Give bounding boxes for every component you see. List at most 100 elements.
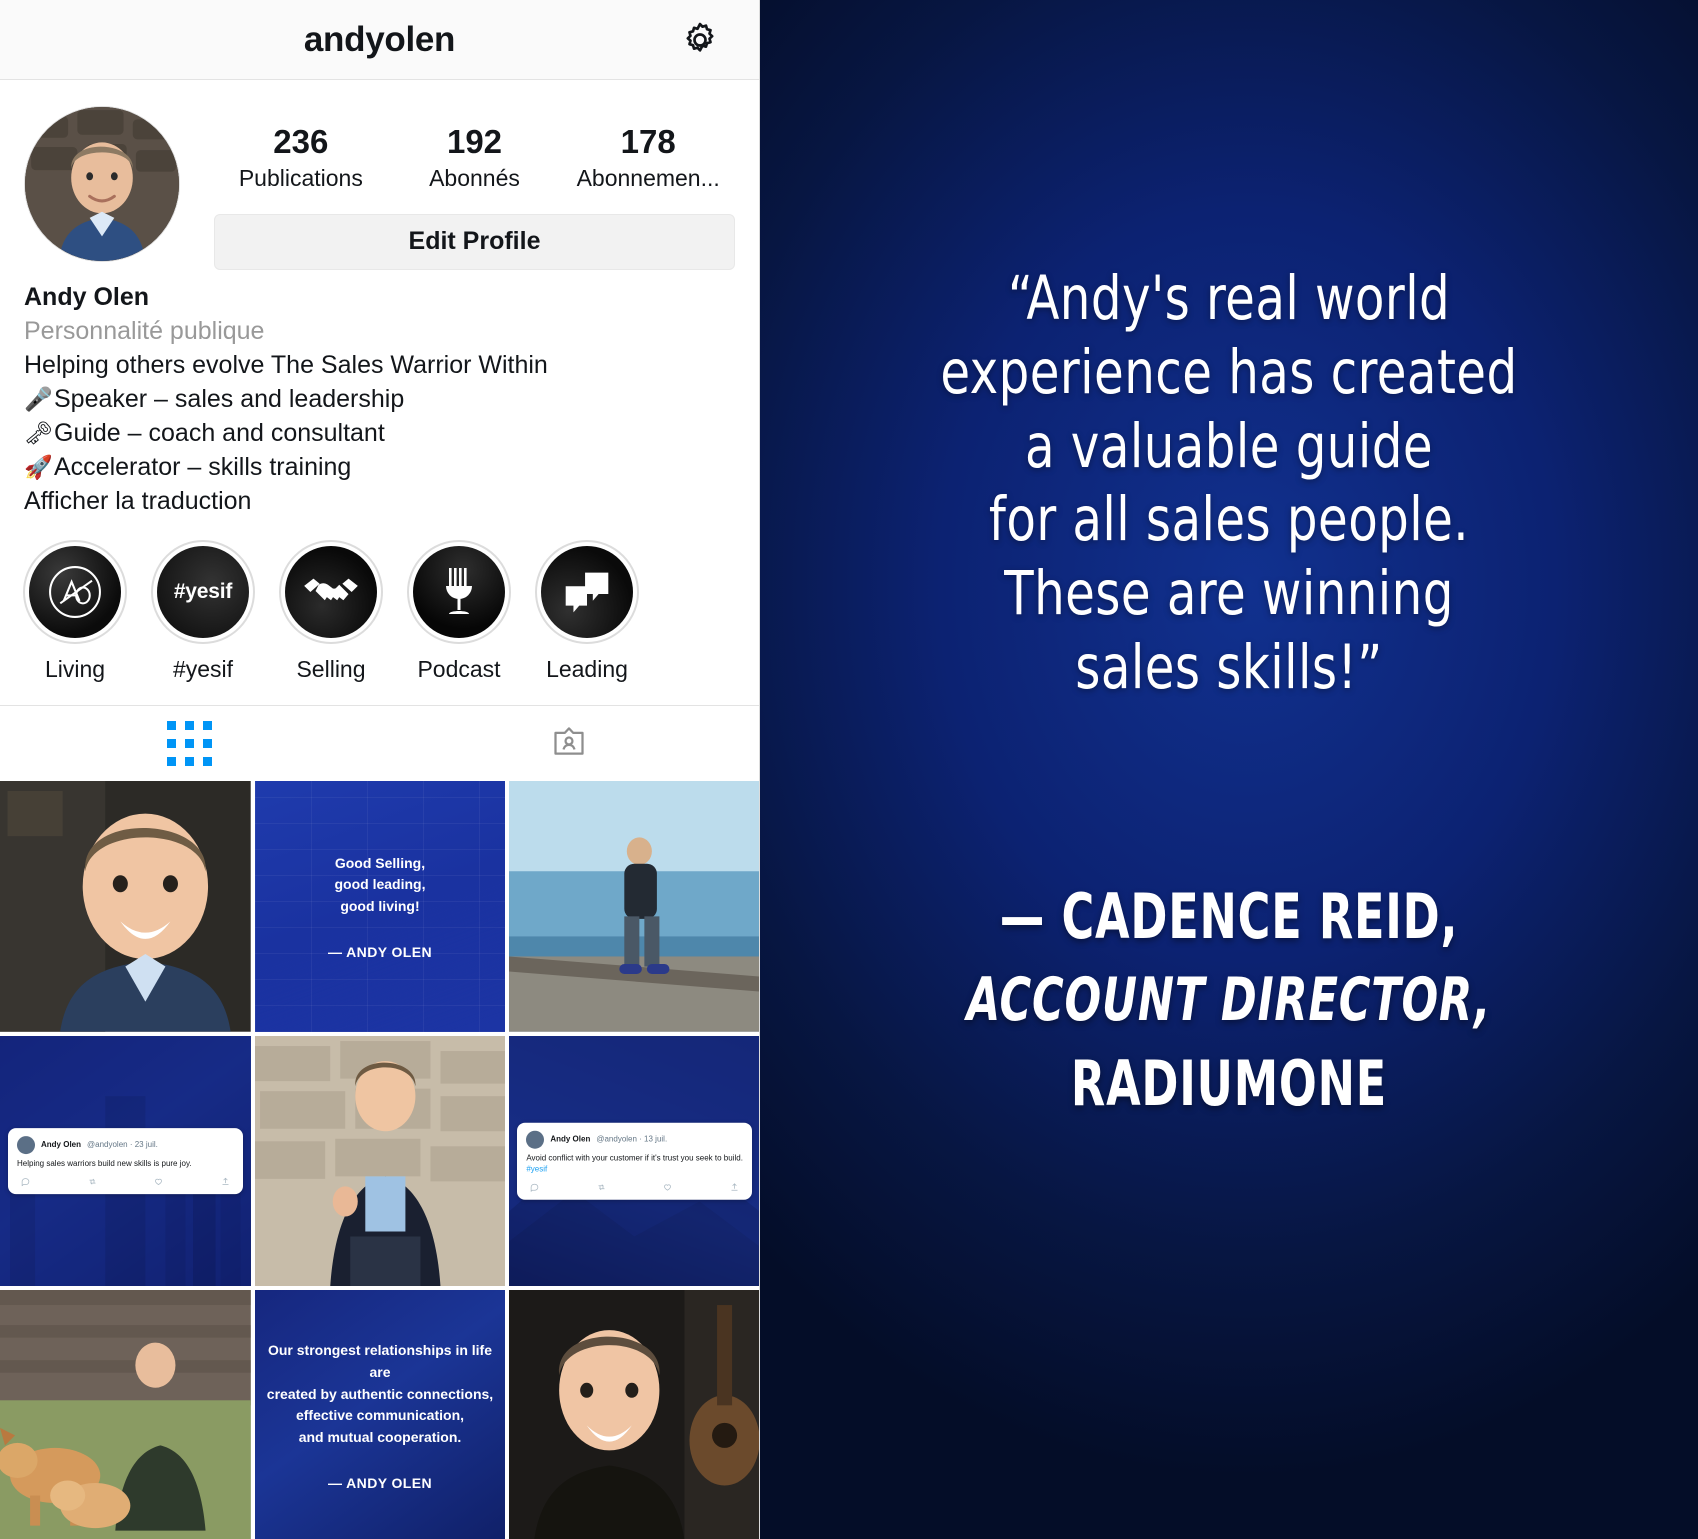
testimonial-card: “Andy's real world experience has create… [760, 0, 1698, 1539]
quote-post: Good Selling, good leading, good living! —… [255, 781, 506, 1032]
testimonial-attribution: — CADENCE REID, ACCOUNT DIRECTOR, RADIUM… [760, 880, 1698, 1120]
app-header: andyolen [0, 0, 759, 80]
speech-bubbles-icon [541, 545, 633, 638]
tweet-text-body: Avoid conflict with your customer if it'… [526, 1153, 743, 1163]
tab-tagged[interactable] [380, 706, 760, 781]
reply-icon [21, 1177, 30, 1186]
quote-post-text: Good Selling, good leading, good living! [334, 854, 426, 915]
highlight-ring [279, 539, 383, 644]
quote-line: “Andy's real world [1007, 263, 1451, 334]
tweet-actions [17, 1177, 234, 1186]
post-image [254, 1035, 506, 1287]
avatar[interactable] [24, 106, 180, 262]
stat-following[interactable]: 178 Abonnemen... [561, 123, 735, 192]
highlight-ring [535, 539, 639, 644]
post-tile[interactable]: Good Selling, good leading, good living! —… [254, 780, 506, 1032]
tweet-author: Andy Olen [550, 1135, 591, 1145]
quote-post-attrib: — ANDY OLEN [328, 943, 432, 960]
post-image [0, 780, 251, 1032]
post-tile[interactable] [509, 780, 759, 1032]
stat-count: 178 [620, 123, 676, 160]
key-emoji-icon: 🗝 [24, 419, 54, 446]
quote-line: These are winning [1004, 558, 1454, 630]
bio-line-2-text: Speaker – sales and leadership [54, 384, 405, 413]
highlight-podcast[interactable]: Podcast [404, 539, 514, 683]
bio-block: Andy Olen Personnalité publique Helping … [0, 270, 759, 518]
tab-grid[interactable] [0, 706, 380, 781]
bio-line-3: 🗝Guide – coach and consultant [24, 416, 735, 450]
retweet-icon [89, 1178, 96, 1185]
highlight-yesif[interactable]: #yesif #yesif [148, 539, 258, 683]
gear-icon[interactable] [677, 17, 723, 63]
bio-line-4: 🚀Accelerator – skills training [24, 450, 735, 484]
stat-count: 192 [446, 123, 503, 160]
highlight-leading[interactable]: Leading [532, 539, 642, 683]
highlight-label: #yesif [172, 655, 234, 682]
highlight-selling[interactable]: Selling [276, 539, 386, 683]
profile-category: Personnalité publique [24, 316, 265, 345]
stat-count: 236 [273, 123, 329, 160]
tweet-hashtag: #yesif [526, 1164, 548, 1174]
quote-post: Our strongest relationships in life are c… [255, 1290, 506, 1539]
ao-monogram-icon [29, 545, 121, 638]
post-tile[interactable] [0, 780, 251, 1032]
bio-line-1: Helping others evolve The Sales Warrior … [24, 350, 548, 379]
post-tile[interactable]: Andy Olen @andyolen · 13 juil. Avoid con… [509, 1035, 759, 1287]
edit-profile-button[interactable]: Edit Profile [214, 213, 735, 270]
stat-label: Abonnemen... [576, 164, 720, 191]
tweet-avatar [17, 1136, 35, 1155]
handshake-icon [285, 545, 377, 638]
tagged-person-icon [551, 723, 587, 764]
profile-summary: 236 Publications 192 Abonnés 178 Abonnem… [0, 80, 759, 270]
highlight-living[interactable]: Living [20, 539, 130, 683]
highlight-thumb-text: #yesif [173, 579, 233, 603]
highlight-label: Living [44, 655, 106, 682]
tweet-handle: @andyolen · 23 juil. [87, 1140, 158, 1150]
profile-name: Andy Olen [24, 282, 150, 311]
rocket-emoji-icon: 🚀 [24, 453, 53, 480]
reply-icon [531, 1183, 539, 1192]
profile-tab-bar [0, 704, 760, 781]
like-icon [155, 1178, 162, 1185]
post-tile[interactable] [254, 1035, 506, 1287]
instagram-profile-panel: andyolen 236 Publications 192 Abonnés 17… [0, 0, 760, 1539]
grid-icon [167, 720, 213, 766]
show-translation-link[interactable]: Afficher la traduction [24, 484, 735, 518]
tweet-text: Helping sales warriors build new skills … [17, 1159, 192, 1169]
post-tile[interactable] [0, 1290, 251, 1539]
stat-label: Abonnés [429, 164, 520, 191]
stat-followers[interactable]: 192 Abonnés [388, 123, 562, 192]
tweet-author: Andy Olen [41, 1140, 82, 1150]
microphone-emoji-icon: 🎤 [24, 385, 53, 412]
story-highlights-row: Living #yesif #yesif Selling Podcast Lea… [0, 518, 759, 683]
highlight-label: Leading [546, 655, 628, 682]
yesif-text-icon: #yesif [157, 545, 249, 638]
tweet-card: Andy Olen @andyolen · 13 juil. Avoid con… [517, 1122, 752, 1200]
bio-line-4-text: Accelerator – skills training [54, 452, 352, 481]
profile-meta: 236 Publications 192 Abonnés 178 Abonnem… [180, 106, 735, 270]
post-image [0, 1290, 251, 1539]
stat-label: Publications [238, 164, 363, 191]
bio-line-3-text: Guide – coach and consultant [54, 418, 385, 447]
bio-line-2: 🎤Speaker – sales and leadership [24, 382, 735, 416]
highlight-ring: #yesif [151, 539, 255, 644]
post-tile[interactable]: Our strongest relationships in life are c… [254, 1290, 506, 1539]
like-icon [664, 1184, 672, 1191]
microphone-icon [413, 545, 505, 638]
stat-publications[interactable]: 236 Publications [214, 123, 388, 192]
tweet-actions [526, 1182, 743, 1192]
post-tile[interactable] [509, 1290, 759, 1539]
highlight-ring [407, 539, 511, 644]
tweet-handle: @andyolen · 13 juil. [596, 1135, 668, 1145]
page-root: andyolen 236 Publications 192 Abonnés 17… [0, 0, 1698, 1539]
highlight-ring [23, 539, 127, 644]
page-title: andyolen [303, 19, 456, 59]
share-icon [731, 1182, 738, 1191]
tweet-text: Avoid conflict with your customer if it'… [526, 1154, 743, 1176]
post-tile[interactable]: Andy Olen @andyolen · 23 juil. Helping s… [0, 1035, 251, 1287]
post-image [509, 780, 759, 1032]
attribution-name: — CADENCE REID, [999, 880, 1459, 953]
tweet-avatar [526, 1130, 545, 1149]
retweet-icon [598, 1183, 605, 1190]
quote-post-text: Our strongest relationships in life are c… [266, 1342, 494, 1446]
